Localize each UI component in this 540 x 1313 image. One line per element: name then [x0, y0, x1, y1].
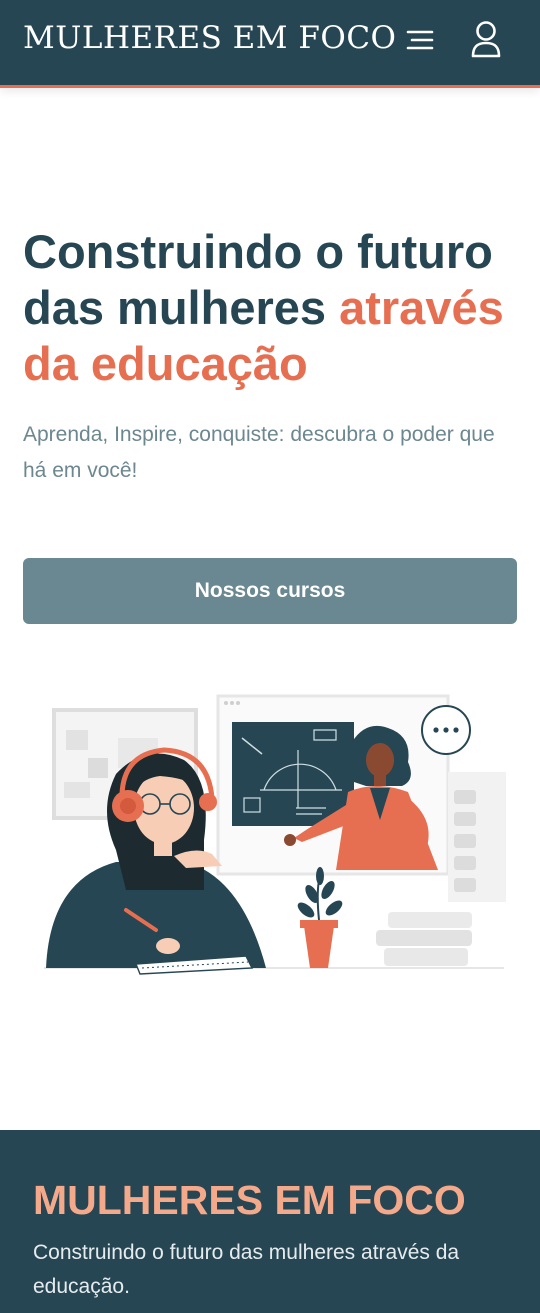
user-icon[interactable] [466, 18, 506, 62]
online-class-illustration [36, 690, 516, 982]
footer-brand: MULHERES EM FOCO [33, 1177, 466, 1223]
brand-logo[interactable]: MULHERES EM FOCO [23, 20, 396, 56]
footer-tagline: Construindo o futuro das mulheres atravé… [33, 1241, 460, 1298]
hero-subtitle: Aprenda, Inspire, conquiste: descubra o … [23, 423, 495, 482]
footer: MULHERES EM FOCO Construindo o futuro da… [0, 1130, 540, 1313]
hero-title: Construindo o futuro das mulheres atravé… [23, 224, 523, 392]
top-header: MULHERES EM FOCO [0, 0, 540, 88]
menu-icon[interactable] [402, 22, 438, 58]
courses-button[interactable]: Nossos cursos [23, 558, 517, 624]
